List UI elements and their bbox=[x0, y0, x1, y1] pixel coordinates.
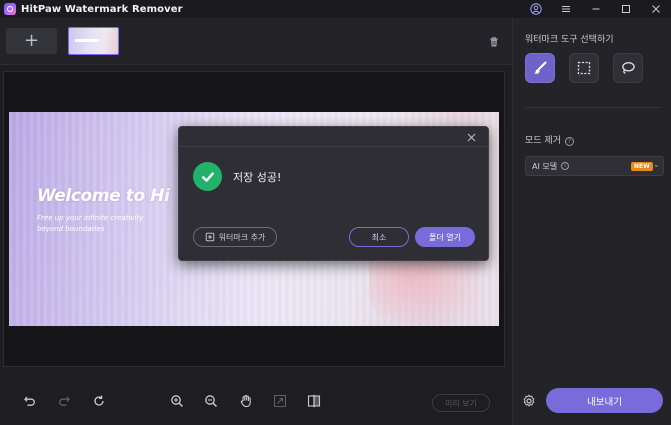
mode-dropdown-value: AI 모델 bbox=[532, 161, 558, 171]
panel-divider bbox=[525, 107, 662, 108]
rectangle-tool-button[interactable] bbox=[569, 53, 599, 83]
zoom-in-button[interactable] bbox=[169, 393, 185, 409]
brush-tool-button[interactable] bbox=[525, 53, 555, 83]
lasso-icon bbox=[622, 62, 635, 74]
help-icon[interactable]: ? bbox=[564, 137, 574, 146]
export-button[interactable]: 내보내기 bbox=[546, 388, 663, 413]
hand-icon bbox=[240, 395, 251, 408]
zoom-out-icon bbox=[205, 395, 218, 408]
right-panel: 워터마크 도구 선택하기 모드 제거? AI 모델 i NEW ⌄ 내보내기 bbox=[512, 18, 671, 425]
fit-screen-icon bbox=[273, 394, 287, 408]
close-icon bbox=[652, 5, 660, 13]
dialog-header bbox=[179, 127, 488, 147]
mode-section-label: 모드 제거? bbox=[525, 133, 574, 146]
redo-icon bbox=[59, 396, 70, 406]
add-watermark-icon bbox=[205, 232, 214, 242]
trash-icon bbox=[490, 37, 498, 47]
undo-button[interactable] bbox=[22, 393, 38, 409]
lasso-tool-button[interactable] bbox=[613, 53, 643, 83]
thumbnail-bar: + bbox=[0, 18, 512, 65]
image-headline-text: Welcome to Hi bbox=[37, 186, 170, 206]
pan-button[interactable] bbox=[238, 393, 254, 409]
cancel-button[interactable]: 최소 bbox=[349, 227, 409, 247]
dialog-close-button[interactable] bbox=[463, 129, 479, 145]
add-watermark-label: 워터마크 추가 bbox=[218, 232, 266, 242]
add-file-button[interactable]: + bbox=[6, 28, 57, 54]
compare-icon bbox=[307, 394, 321, 408]
zoom-in-icon bbox=[171, 395, 184, 408]
account-button[interactable] bbox=[521, 0, 551, 18]
fit-screen-button[interactable] bbox=[272, 393, 288, 409]
app-title: HitPaw Watermark Remover bbox=[21, 3, 183, 15]
app-logo-icon bbox=[4, 3, 16, 15]
new-badge: NEW bbox=[631, 162, 653, 171]
reset-button[interactable] bbox=[91, 393, 107, 409]
refresh-icon bbox=[94, 395, 104, 406]
preview-button[interactable]: 미리 보기 bbox=[432, 394, 490, 412]
image-thumbnail[interactable] bbox=[68, 27, 119, 55]
gear-icon bbox=[523, 394, 535, 407]
maximize-icon bbox=[622, 5, 630, 13]
dialog-message: 저장 성공! bbox=[233, 171, 282, 184]
image-subline-text: Free up your infinite creativity beyond … bbox=[37, 214, 144, 233]
user-icon bbox=[530, 3, 542, 15]
plus-icon: + bbox=[23, 30, 40, 51]
minimize-button[interactable] bbox=[581, 0, 611, 18]
settings-button[interactable] bbox=[521, 393, 537, 409]
maximize-button[interactable] bbox=[611, 0, 641, 18]
compare-button[interactable] bbox=[306, 393, 322, 409]
brush-icon bbox=[534, 61, 547, 74]
hamburger-icon bbox=[562, 6, 570, 12]
mode-info-icon[interactable]: i bbox=[561, 162, 570, 170]
add-watermark-button[interactable]: 워터마크 추가 bbox=[193, 227, 277, 247]
open-folder-button[interactable]: 폴더 열기 bbox=[415, 227, 475, 247]
zoom-out-button[interactable] bbox=[203, 393, 219, 409]
title-bar: HitPaw Watermark Remover bbox=[0, 0, 671, 18]
minimize-icon bbox=[592, 8, 600, 10]
close-icon bbox=[467, 133, 475, 141]
rectangle-select-icon bbox=[577, 61, 591, 75]
mode-dropdown[interactable]: AI 모델 i NEW ⌄ bbox=[525, 156, 664, 176]
save-success-dialog: 저장 성공! 워터마크 추가 최소 폴더 열기 bbox=[178, 126, 489, 261]
success-check-icon bbox=[193, 162, 222, 191]
close-window-button[interactable] bbox=[641, 0, 671, 18]
menu-button[interactable] bbox=[551, 0, 581, 18]
delete-button[interactable] bbox=[486, 34, 502, 50]
redo-button[interactable] bbox=[56, 393, 72, 409]
undo-icon bbox=[24, 396, 35, 406]
tool-section-label: 워터마크 도구 선택하기 bbox=[525, 35, 614, 45]
bottom-toolbar: 미리 보기 bbox=[0, 378, 512, 425]
chevron-down-icon: ⌄ bbox=[653, 160, 660, 169]
window-controls bbox=[521, 0, 671, 18]
